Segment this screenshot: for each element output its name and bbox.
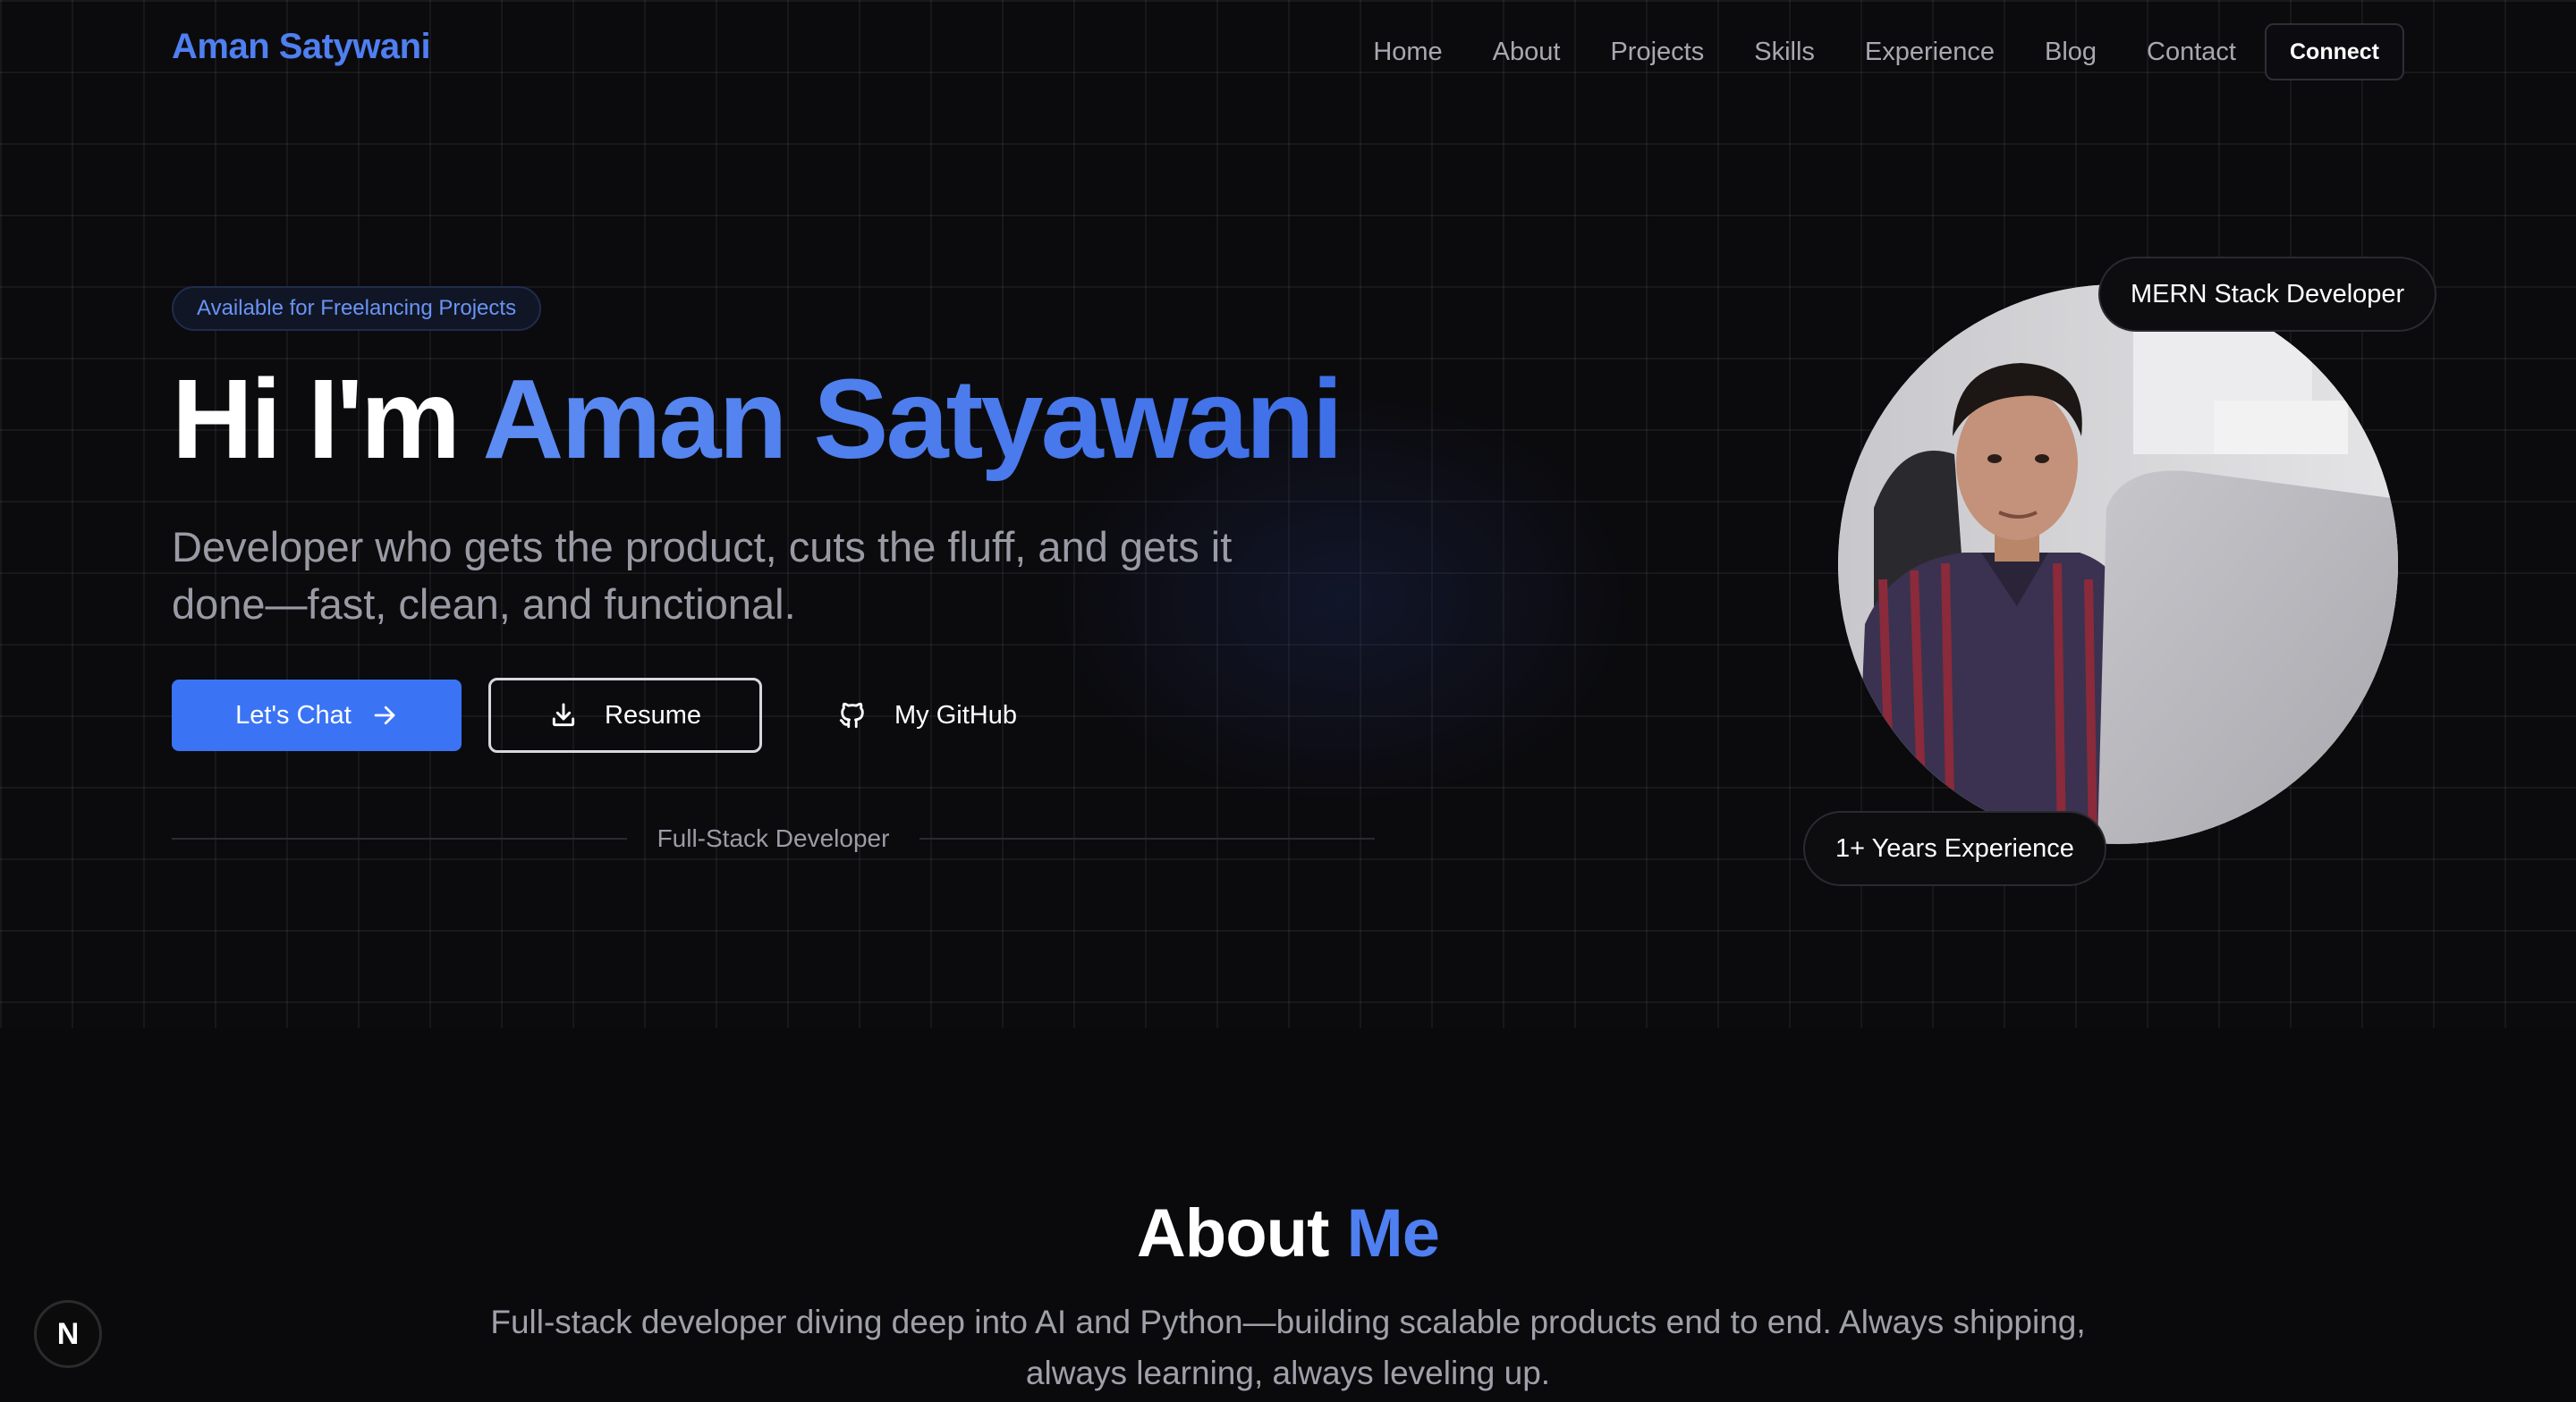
hero-name: Aman Satyawani [482,356,1343,482]
arrow-right-icon [371,702,398,729]
nav-links: Home About Projects Skills Experience Bl… [1373,23,2404,80]
top-navbar: Aman Satywani Home About Projects Skills… [0,0,2576,104]
lets-chat-button[interactable]: Let's Chat [172,680,462,751]
resume-label: Resume [605,700,701,730]
nav-link-skills[interactable]: Skills [1754,38,1815,67]
divider-line-right [919,838,1375,840]
about-title: About Me [0,1195,2576,1272]
github-icon [837,700,868,731]
download-icon [549,701,578,730]
connect-button[interactable]: Connect [2265,23,2404,80]
nav-link-about[interactable]: About [1493,38,1561,67]
profile-avatar [1838,284,2398,844]
hero-cta-row: Let's Chat Resume My GitHub [172,678,1017,753]
resume-button[interactable]: Resume [488,678,762,753]
about-title-first: About [1136,1195,1329,1271]
role-divider: Full-Stack Developer [172,821,1375,857]
hero-greeting: Hi I'm [172,356,461,482]
hero-headline: Hi I'm Aman Satyawani [172,356,1343,482]
role-label: Full-Stack Developer [657,824,890,852]
brand-logo[interactable]: Aman Satywani [172,27,431,67]
github-button[interactable]: My GitHub [837,680,1017,751]
hero-tagline: Developer who gets the product, cuts the… [172,523,1233,628]
nav-link-experience[interactable]: Experience [1865,38,1995,67]
about-title-second: Me [1346,1195,1441,1271]
nav-link-contact[interactable]: Contact [2147,38,2236,67]
nextjs-icon[interactable]: N [34,1300,102,1368]
divider-line-left [172,838,627,840]
about-description: Full-stack developer diving deep into AI… [490,1304,2086,1391]
nav-link-blog[interactable]: Blog [2045,38,2097,67]
about-section: About Me Full-stack developer diving dee… [0,1028,2576,1402]
lets-chat-label: Let's Chat [235,700,352,730]
availability-badge: Available for Freelancing Projects [172,286,542,331]
portfolio-page: Aman Satywani Home About Projects Skills… [0,0,2576,1402]
nav-link-projects[interactable]: Projects [1610,38,1704,67]
role-pill-mern: MERN Stack Developer [2098,257,2437,332]
profile-photo [1838,284,2398,844]
github-label: My GitHub [894,700,1017,730]
experience-pill: 1+ Years Experience [1803,811,2106,886]
nav-link-home[interactable]: Home [1373,38,1442,67]
